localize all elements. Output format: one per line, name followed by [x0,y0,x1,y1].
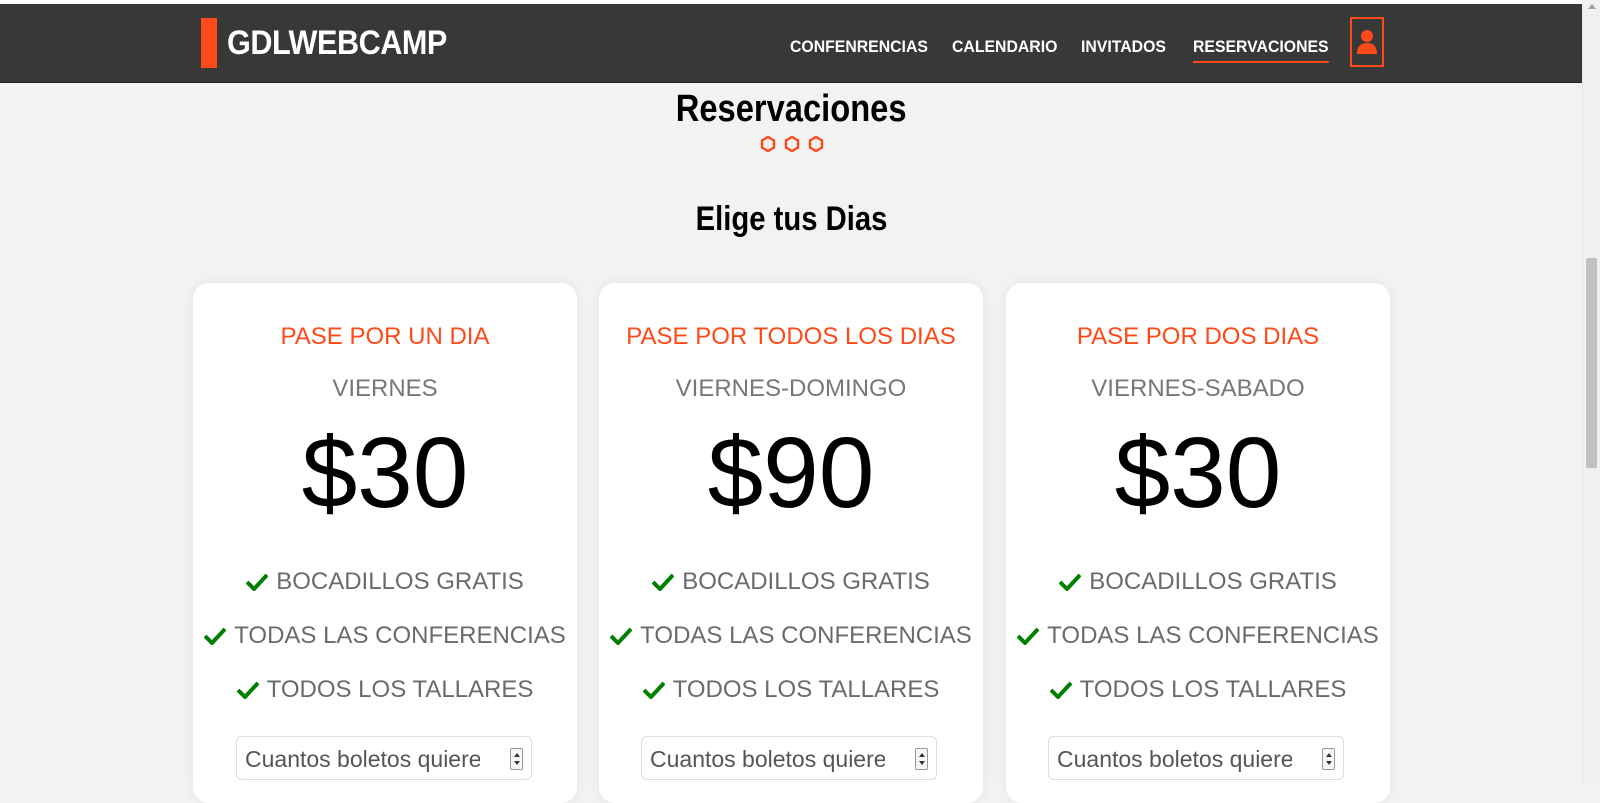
pass-card-one-day: PASE POR UN DIA VIERNES $30 BOCADILLOS G… [193,283,577,803]
spinner-up-icon[interactable] [1326,753,1332,757]
scroll-up-arrow-icon[interactable] [1588,4,1596,9]
nav-link-calendario[interactable]: CALENDARIO [952,37,1057,61]
ticket-quantity-input[interactable] [1055,743,1309,775]
ticket-quantity-field[interactable] [236,736,532,780]
checkmark-icon [236,681,259,699]
pass-days: VIERNES [332,375,438,402]
ticket-quantity-input[interactable] [648,743,902,775]
feature-label: BOCADILLOS GRATIS [276,568,524,595]
feature-label: TODAS LAS CONFERENCIAS [1047,622,1379,649]
checkmark-icon [642,681,665,699]
feature-label: TODOS LOS TALLARES [1079,676,1347,703]
spinner-down-icon[interactable] [919,761,925,765]
pass-title: PASE POR UN DIA [280,323,490,350]
feature-item: TODOS LOS TALLARES [599,676,983,730]
checkmark-icon [1017,627,1040,645]
pass-card-two-days: PASE POR DOS DIAS VIERNES-SABADO $30 BOC… [1006,283,1390,803]
hexagon-divider-icon [760,136,824,152]
ticket-quantity-field[interactable] [1048,736,1344,780]
feature-item: BOCADILLOS GRATIS [1006,568,1390,622]
pass-days: VIERNES-SABADO [1091,375,1305,402]
feature-item: TODAS LAS CONFERENCIAS [599,622,983,676]
feature-item: TODOS LOS TALLARES [193,676,577,730]
checkmark-icon [246,573,269,591]
user-icon [1357,30,1377,54]
ticket-quantity-field[interactable] [641,736,937,780]
top-navbar: GDLWEBCAMP CONFENRENCIAS CALENDARIO INVI… [0,4,1583,83]
spinner-up-icon[interactable] [919,753,925,757]
section-title: Elige tus Dias [695,200,888,238]
spinner-down-icon[interactable] [1326,761,1332,765]
nav-link-reservaciones[interactable]: RESERVACIONES [1193,37,1329,63]
pass-price: $90 [707,417,875,529]
feature-item: TODAS LAS CONFERENCIAS [1006,622,1390,676]
page-title: Reservaciones [676,88,907,130]
feature-item: BOCADILLOS GRATIS [599,568,983,622]
vertical-scrollbar[interactable] [1582,0,1600,785]
user-account-button[interactable] [1350,17,1384,67]
quantity-spinner[interactable] [1322,748,1335,770]
checkmark-icon [652,573,675,591]
feature-item: TODAS LAS CONFERENCIAS [193,622,577,676]
checkmark-icon [204,627,227,645]
pass-price: $30 [1114,417,1282,529]
spinner-down-icon[interactable] [514,761,520,765]
checkmark-icon [1059,573,1082,591]
feature-list: BOCADILLOS GRATIS TODAS LAS CONFERENCIAS… [1006,568,1390,730]
checkmark-icon [1049,681,1072,699]
pass-card-all-days: PASE POR TODOS LOS DIAS VIERNES-DOMINGO … [599,283,983,803]
feature-item: BOCADILLOS GRATIS [193,568,577,622]
nav-link-conferencias[interactable]: CONFENRENCIAS [790,37,928,61]
feature-label: TODAS LAS CONFERENCIAS [234,622,566,649]
feature-label: TODOS LOS TALLARES [266,676,534,703]
spinner-up-icon[interactable] [514,753,520,757]
feature-item: TODOS LOS TALLARES [1006,676,1390,730]
main-nav: CONFENRENCIAS CALENDARIO INVITADOS RESER… [0,37,1583,67]
feature-label: TODAS LAS CONFERENCIAS [640,622,972,649]
pass-title: PASE POR DOS DIAS [1076,323,1320,350]
feature-label: BOCADILLOS GRATIS [682,568,930,595]
feature-label: BOCADILLOS GRATIS [1089,568,1337,595]
pass-price: $30 [301,417,469,529]
quantity-spinner[interactable] [510,748,523,770]
checkmark-icon [610,627,633,645]
quantity-spinner[interactable] [915,748,928,770]
feature-list: BOCADILLOS GRATIS TODAS LAS CONFERENCIAS… [599,568,983,730]
feature-label: TODOS LOS TALLARES [672,676,940,703]
nav-link-invitados[interactable]: INVITADOS [1081,37,1166,61]
scroll-thumb[interactable] [1586,258,1597,468]
pass-title: PASE POR TODOS LOS DIAS [626,323,956,350]
ticket-quantity-input[interactable] [243,743,497,775]
feature-list: BOCADILLOS GRATIS TODAS LAS CONFERENCIAS… [193,568,577,730]
pass-days: VIERNES-DOMINGO [675,375,907,402]
